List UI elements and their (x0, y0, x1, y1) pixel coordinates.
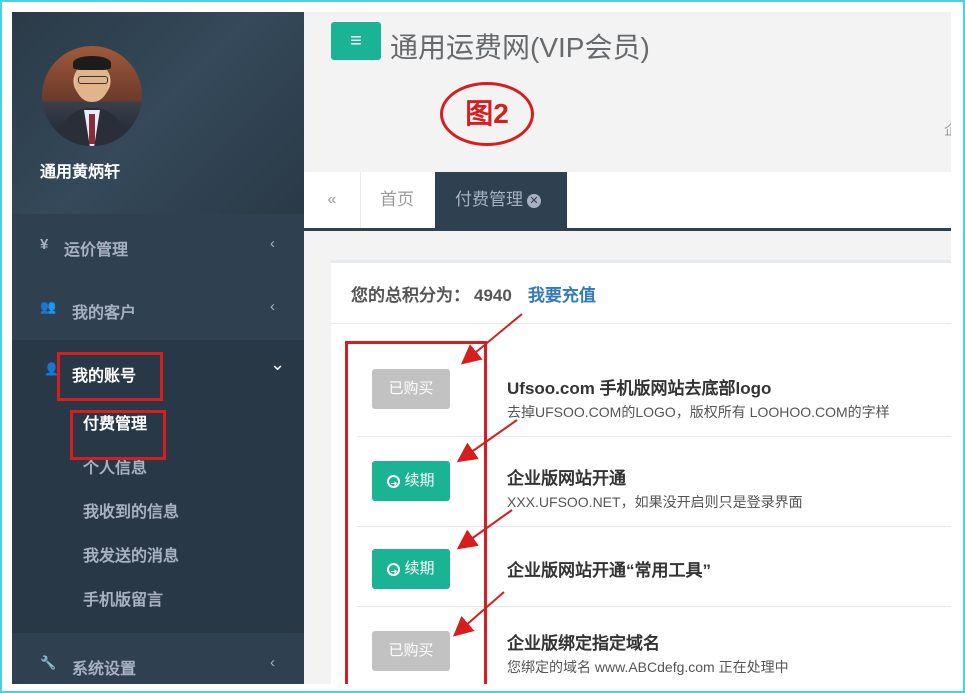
screenshot-frame: 通用黄炳轩 ¥ 运价管理 ‹ 👥 我的客户 ‹ 👤 我的账号 ⌄ 付费管理 个人… (0, 0, 965, 693)
divider (331, 323, 951, 324)
profile-panel: 通用黄炳轩 (12, 12, 304, 214)
avatar-tie (89, 114, 95, 144)
annotation-box-buttons (345, 341, 487, 684)
main-area: ≡ 通用运费网(VIP会员) 图2 企 « 首页 付费管理 ✕ 您的总积分为：49… (304, 12, 951, 684)
sidebar-item-settings[interactable]: 🔧 系统设置 ‹ (12, 633, 304, 684)
chevron-down-icon: ⌄ (270, 354, 286, 374)
item-description: XXX.UFSOO.NET，如果没开启则只是登录界面 (507, 494, 803, 510)
avatar-glasses (78, 76, 108, 84)
recharge-link[interactable]: 我要充值 (528, 286, 596, 305)
points-label: 您的总积分为： (351, 286, 470, 305)
yen-icon: ¥ (40, 236, 49, 253)
users-icon: 👥 (40, 299, 57, 314)
app-window: 通用黄炳轩 ¥ 运价管理 ‹ 👥 我的客户 ‹ 👤 我的账号 ⌄ 付费管理 个人… (12, 12, 951, 684)
wrench-icon: 🔧 (40, 655, 57, 670)
cut-off-text: 企 (944, 120, 951, 140)
points-value: 4940 (474, 286, 512, 305)
submenu-item-inbox[interactable]: 我收到的信息 (12, 491, 304, 535)
sidebar-item-label: 运价管理 (64, 242, 129, 259)
item-title: 企业版网站开通 (507, 469, 626, 488)
submenu-item-sent[interactable]: 我发送的消息 (12, 535, 304, 579)
profile-name[interactable]: 通用黄炳轩 (40, 158, 120, 182)
sidebar-item-pricing[interactable]: ¥ 运价管理 ‹ (12, 214, 304, 277)
tab-bar: « 首页 付费管理 ✕ (304, 172, 951, 231)
close-icon[interactable]: ✕ (527, 193, 541, 208)
chevron-left-icon: ‹ (270, 654, 275, 671)
chevron-left-icon: ‹ (270, 298, 275, 315)
content-panel: 您的总积分为： 4940 我要充值 已购买 Ufsoo.com 手机版网站去底部lo… (331, 260, 951, 684)
menu-toggle-button[interactable]: ≡ (331, 22, 381, 60)
double-chevron-left-icon[interactable]: « (304, 172, 361, 228)
item-title: 企业版网站开通“常用工具” (507, 561, 711, 580)
sidebar: 通用黄炳轩 ¥ 运价管理 ‹ 👥 我的客户 ‹ 👤 我的账号 ⌄ 付费管理 个人… (12, 12, 304, 684)
points-summary: 您的总积分为： 4940 我要充值 (351, 281, 596, 306)
item-description: 去掉UFSOO.COM的LOGO，版权所有 LOOHOO.COM的字样 (507, 404, 890, 420)
item-title: 企业版绑定指定域名 (507, 634, 660, 653)
figure-annotation: 图2 (440, 82, 534, 146)
top-navbar: ≡ 通用运费网(VIP会员) 图2 企 (304, 12, 951, 172)
item-description: 您绑定的域名 www.ABCdefg.com 正在处理中 (507, 659, 789, 675)
annotation-box-payment (70, 410, 166, 460)
avatar-hair (73, 56, 111, 70)
avatar[interactable] (42, 46, 142, 146)
site-title: 通用运费网(VIP会员) (390, 32, 650, 63)
tab-label: 付费管理 (455, 190, 523, 209)
submenu-item-mobile-messages[interactable]: 手机版留言 (12, 579, 304, 623)
sidebar-item-label: 系统设置 (72, 661, 137, 678)
sidebar-item-label: 我的客户 (72, 305, 137, 322)
annotation-box-my-account (57, 352, 163, 401)
tab-home[interactable]: 首页 (360, 172, 437, 228)
sidebar-item-customers[interactable]: 👥 我的客户 ‹ (12, 277, 304, 340)
item-title: Ufsoo.com 手机版网站去底部logo (507, 379, 772, 398)
tab-payment[interactable]: 付费管理 ✕ (435, 172, 567, 228)
chevron-left-icon: ‹ (270, 235, 275, 252)
